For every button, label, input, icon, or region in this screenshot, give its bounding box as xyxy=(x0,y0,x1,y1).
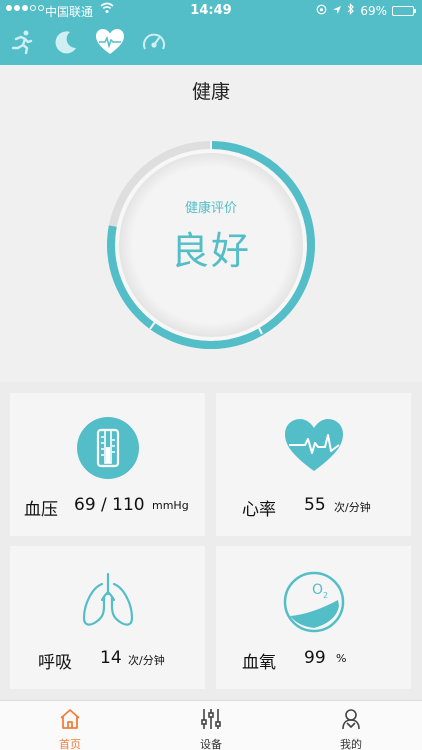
blood-pressure-card[interactable]: 血压 69 / 110 mmHg xyxy=(10,393,205,536)
gauge-icon xyxy=(141,29,167,59)
health-overview: 健康 健康评价 良好 xyxy=(0,65,422,382)
profile-icon xyxy=(339,707,363,735)
mode-tab-health[interactable] xyxy=(88,26,132,62)
oxygen-icon: O 2 xyxy=(282,570,346,638)
status-bar: 中国联通 14:49 69% xyxy=(0,0,422,22)
mode-tab-running[interactable] xyxy=(0,26,44,62)
status-right: 69% xyxy=(316,3,416,18)
tab-devices-label: 设备 xyxy=(200,738,222,750)
page-title: 健康 xyxy=(191,81,230,103)
blood-pressure-unit: mmHg xyxy=(152,499,189,512)
heart-rate-value: 55 xyxy=(304,495,326,515)
moon-icon xyxy=(53,29,79,59)
tab-home-label: 首页 xyxy=(59,738,81,750)
location-icon xyxy=(332,4,342,18)
tab-home[interactable]: 首页 xyxy=(20,701,120,750)
tab-profile-label: 我的 xyxy=(340,738,362,750)
respiration-unit: 次/分钟 xyxy=(128,654,165,667)
blood-oxygen-unit: % xyxy=(336,652,347,665)
heart-rate-card[interactable]: 心率 55 次/分钟 xyxy=(216,393,411,536)
thermometer-icon xyxy=(76,417,139,483)
svg-text:2: 2 xyxy=(323,591,328,600)
battery-percent: 69% xyxy=(360,3,387,18)
heart-rate-icon xyxy=(283,417,345,479)
blood-oxygen-card[interactable]: O 2 血氧 99 % xyxy=(216,546,411,689)
blood-pressure-value: 69 / 110 xyxy=(74,495,145,515)
respiration-card[interactable]: 呼吸 14 次/分钟 xyxy=(10,546,205,689)
app: 中国联通 14:49 69% 健康 健康评价 良好 血压 69 / 110 mm… xyxy=(0,0,422,750)
respiration-value: 14 xyxy=(100,648,122,668)
mode-tabs xyxy=(0,26,176,62)
top-bar: 中国联通 14:49 69% xyxy=(0,0,422,65)
bluetooth-icon xyxy=(347,3,355,18)
blood-oxygen-value: 99 xyxy=(304,648,326,668)
bottom-tabbar: 首页 设备 我的 xyxy=(0,700,422,750)
running-icon xyxy=(9,29,35,59)
mode-tab-gauge[interactable] xyxy=(132,26,176,62)
lungs-icon xyxy=(80,570,136,636)
tab-devices[interactable]: 设备 xyxy=(161,701,261,750)
sliders-icon xyxy=(199,707,223,735)
evaluation-value: 良好 xyxy=(170,229,251,273)
respiration-label: 呼吸 xyxy=(38,653,72,673)
battery-icon xyxy=(392,5,416,16)
blood-pressure-label: 血压 xyxy=(24,500,58,520)
evaluation-label: 健康评价 xyxy=(184,201,237,216)
blood-oxygen-label: 血氧 xyxy=(242,653,276,673)
svg-text:O: O xyxy=(312,582,323,598)
heart-monitor-icon xyxy=(95,28,125,60)
heart-rate-label: 心率 xyxy=(242,500,276,520)
mode-tab-sleep[interactable] xyxy=(44,26,88,62)
tab-profile[interactable]: 我的 xyxy=(301,701,401,750)
home-icon xyxy=(58,707,82,735)
rotation-lock-icon xyxy=(316,4,327,18)
heart-rate-unit: 次/分钟 xyxy=(334,501,371,514)
